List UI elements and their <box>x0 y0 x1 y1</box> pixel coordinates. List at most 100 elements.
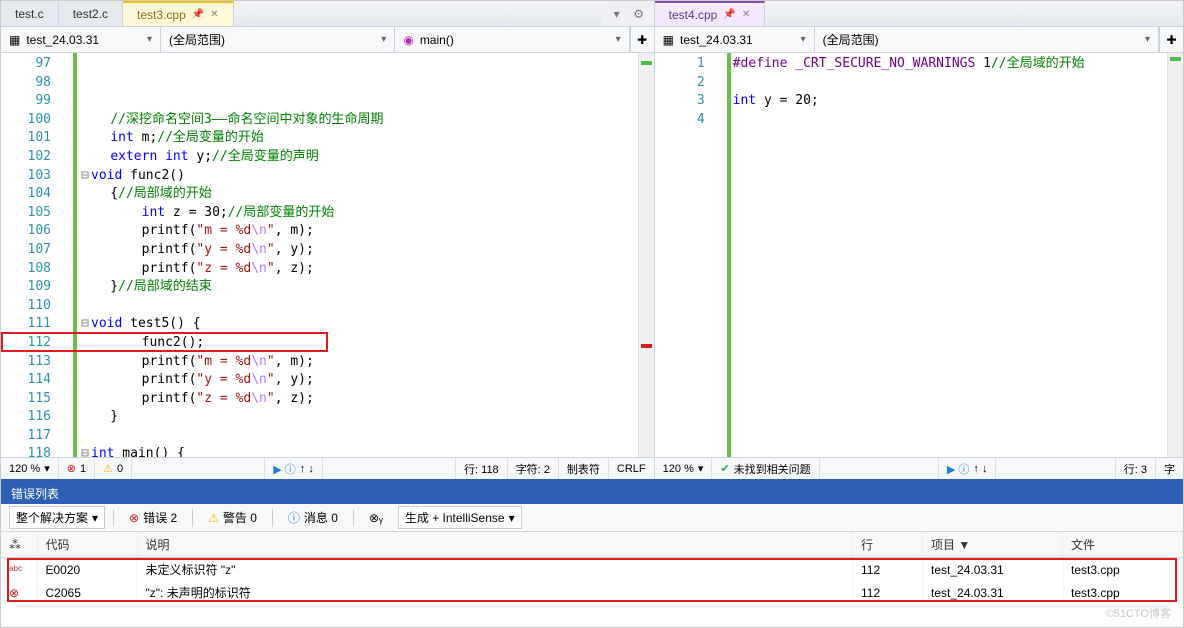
code-line[interactable]: int y = 20; <box>733 92 1167 111</box>
split-icon: ✚ <box>637 33 647 47</box>
code-line[interactable]: func2(); <box>79 334 638 353</box>
overview-ruler[interactable] <box>638 53 654 457</box>
gear-icon[interactable]: ⚙ <box>632 7 646 21</box>
code-line[interactable] <box>79 297 638 316</box>
zoom-level[interactable]: 120 % ▾ <box>655 458 713 479</box>
no-issues[interactable]: ✔未找到相关问题 <box>712 458 819 479</box>
editor-left[interactable]: 9798991001011021031041051061071081091101… <box>1 53 654 457</box>
code-line[interactable]: }//局部域的结束 <box>79 278 638 297</box>
errors-filter[interactable]: ⊗错误 2 <box>122 506 184 529</box>
nav-arrows[interactable]: ▶ ⓘ ↑ ↓ <box>939 458 997 479</box>
project-name: test_24.03.31 <box>680 33 753 47</box>
col-desc[interactable]: 说明 <box>137 532 853 558</box>
overview-ruler[interactable] <box>1167 53 1183 457</box>
build-dropdown[interactable]: 生成 + IntelliSense ▾ <box>398 506 522 529</box>
error-icon: ⊗ <box>129 511 139 525</box>
error-count[interactable]: ⊗1 <box>59 458 95 479</box>
split-button[interactable]: ✚ <box>630 27 654 52</box>
project-name: test_24.03.31 <box>26 33 99 47</box>
close-icon[interactable]: ✕ <box>210 9 218 20</box>
error-icon: ⊗ <box>67 462 76 475</box>
error-row[interactable]: ⊗ C2065 "z": 未声明的标识符 112 test_24.03.31 t… <box>1 581 1183 604</box>
row-file: test3.cpp <box>1063 558 1183 582</box>
code-line[interactable]: printf("y = %d\n", y); <box>79 241 638 260</box>
code-line[interactable]: ⊟void test5() { <box>79 315 638 334</box>
info-icon: ⓘ <box>288 509 300 526</box>
col-line[interactable]: 行 <box>853 532 923 558</box>
indent-mode[interactable]: 制表符 <box>559 458 609 479</box>
caret-col: 字 <box>1156 458 1183 479</box>
zoom-level[interactable]: 120 % ▾ <box>1 458 59 479</box>
row-file: test3.cpp <box>1063 581 1183 604</box>
scope-label: (全局范围) <box>823 31 879 48</box>
chevron-down-icon: ▾ <box>801 34 806 45</box>
close-icon[interactable]: ✕ <box>742 9 750 20</box>
chevron-down-icon: ▾ <box>616 34 621 45</box>
warning-icon: ⚠ <box>208 511 219 525</box>
status-bar-left: 120 % ▾ ⊗1 ⚠0 ▶ ⓘ ↑ ↓ 行: 118 字符: 2 制表符 C… <box>1 457 654 479</box>
change-margin <box>713 53 731 457</box>
error-row[interactable]: ᵃᵇᶜ E0020 未定义标识符 "z" 112 test_24.03.31 t… <box>1 558 1183 582</box>
member-label: main() <box>420 33 454 47</box>
code-line[interactable]: //深挖命名空间3——命名空间中对象的生命周期 <box>79 111 638 130</box>
code-line[interactable]: printf("m = %d\n", m); <box>79 222 638 241</box>
error-table: ⁂ 代码 说明 行 项目 ▼ 文件 ᵃᵇᶜ E0020 未定义标识符 "z" 1… <box>1 532 1183 604</box>
col-code[interactable]: 代码 <box>37 532 137 558</box>
warnings-filter[interactable]: ⚠警告 0 <box>201 506 264 529</box>
eol-mode[interactable]: CRLF <box>609 458 654 479</box>
row-icon: ⊗ <box>1 581 37 604</box>
project-dropdown[interactable]: ▦ test_24.03.31 ▾ <box>655 27 815 52</box>
file-tab[interactable]: test.c <box>1 1 59 26</box>
scope-dropdown[interactable]: (全局范围) ▾ <box>815 27 1159 52</box>
dropdown-icon[interactable]: ▾ <box>610 7 624 21</box>
project-dropdown[interactable]: ▦ test_24.03.31 ▾ <box>1 27 161 52</box>
code-line[interactable]: #define _CRT_SECURE_NO_WARNINGS 1//全局域的开… <box>733 55 1167 74</box>
pin-icon[interactable]: 📌 <box>723 9 735 20</box>
code-line[interactable]: int z = 30;//局部变量的开始 <box>79 204 638 223</box>
col-icon[interactable]: ⁂ <box>1 532 37 558</box>
code-line[interactable]: ⊟void func2() <box>79 167 638 186</box>
row-desc: "z": 未声明的标识符 <box>137 581 853 604</box>
code-line[interactable]: printf("z = %d\n", z); <box>79 390 638 409</box>
check-icon: ✔ <box>720 462 729 475</box>
col-file[interactable]: 文件 <box>1063 532 1183 558</box>
file-tab[interactable]: test4.cpp 📌 ✕ <box>655 1 766 26</box>
nav-arrows[interactable]: ▶ ⓘ ↑ ↓ <box>265 458 323 479</box>
scope-label: (全局范围) <box>169 31 225 48</box>
code-line[interactable]: {//局部域的开始 <box>79 185 638 204</box>
code-line[interactable] <box>733 74 1167 93</box>
file-tab[interactable]: test3.cpp 📌 ✕ <box>123 1 234 26</box>
status-bar-right: 120 % ▾ ✔未找到相关问题 ▶ ⓘ ↑ ↓ 行: 3 字 <box>655 457 1183 479</box>
code-source[interactable]: //深挖命名空间3——命名空间中对象的生命周期 int m;//全局变量的开始 … <box>77 53 638 457</box>
project-icon: ▦ <box>9 33 20 47</box>
code-line[interactable]: extern int y;//全局变量的声明 <box>79 148 638 167</box>
warning-count[interactable]: ⚠0 <box>95 458 132 479</box>
col-project[interactable]: 项目 ▼ <box>923 532 1063 558</box>
tab-label: test3.cpp <box>137 8 186 22</box>
clear-filter[interactable]: ⊗ᵧ <box>362 508 390 528</box>
code-source[interactable]: #define _CRT_SECURE_NO_WARNINGS 1//全局域的开… <box>731 53 1167 457</box>
editor-right[interactable]: 1234 #define _CRT_SECURE_NO_WARNINGS 1//… <box>655 53 1183 457</box>
code-line[interactable]: printf("m = %d\n", m); <box>79 353 638 372</box>
code-line[interactable]: ⊟int main() { <box>79 445 638 457</box>
scope-dropdown[interactable]: (全局范围) ▾ <box>161 27 395 52</box>
nav-bar-right: ▦ test_24.03.31 ▾ (全局范围) ▾ ✚ <box>655 27 1183 53</box>
code-line[interactable]: } <box>79 408 638 427</box>
code-line[interactable]: printf("y = %d\n", y); <box>79 371 638 390</box>
row-icon: ᵃᵇᶜ <box>1 558 37 582</box>
messages-filter[interactable]: ⓘ消息 0 <box>281 506 345 529</box>
line-gutter: 9798991001011021031041051061071081091101… <box>1 53 59 457</box>
code-line[interactable]: printf("z = %d\n", z); <box>79 260 638 279</box>
error-list-toolbar: 整个解决方案 ▾ ⊗错误 2 ⚠警告 0 ⓘ消息 0 ⊗ᵧ 生成 + Intel… <box>1 504 1183 532</box>
code-line[interactable] <box>79 427 638 446</box>
split-button[interactable]: ✚ <box>1159 27 1183 52</box>
code-line[interactable] <box>733 111 1167 130</box>
code-line[interactable]: int m;//全局变量的开始 <box>79 129 638 148</box>
row-line: 112 <box>853 581 923 604</box>
solution-dropdown[interactable]: 整个解决方案 ▾ <box>9 506 105 529</box>
file-tab[interactable]: test2.c <box>59 1 123 26</box>
tab-label: test4.cpp <box>669 8 718 22</box>
row-project: test_24.03.31 <box>923 581 1063 604</box>
member-dropdown[interactable]: ◉ main() ▾ <box>395 27 629 52</box>
pin-icon[interactable]: 📌 <box>192 9 204 20</box>
